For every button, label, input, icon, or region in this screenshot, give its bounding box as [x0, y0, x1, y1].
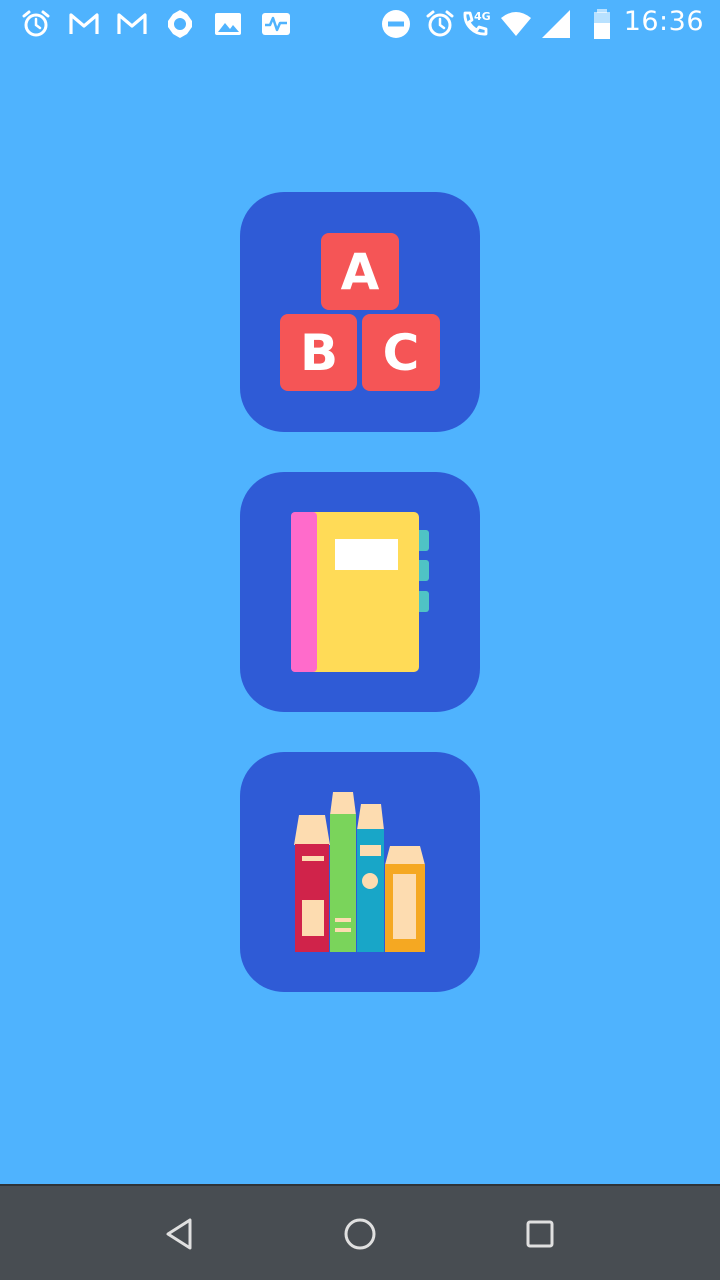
books-icon	[294, 792, 425, 952]
gmail-icon	[68, 8, 100, 40]
back-icon[interactable]	[160, 1214, 200, 1254]
gmail-icon	[116, 8, 148, 40]
alarm-icon	[20, 8, 52, 40]
block-letter-c: C	[383, 324, 420, 382]
battery-icon	[586, 8, 618, 40]
abc-blocks-icon: A B C	[280, 233, 440, 391]
do-not-disturb-icon	[380, 8, 412, 40]
wifi-icon	[500, 8, 532, 40]
books-tile[interactable]	[240, 752, 480, 992]
notebook-icon	[291, 512, 429, 672]
block-letter-a: A	[341, 243, 380, 301]
alphabet-tile[interactable]: A B C	[240, 192, 480, 432]
network-type-label: 4G	[474, 10, 491, 23]
status-clock: 16:36	[623, 6, 704, 37]
block-letter-b: B	[300, 324, 338, 382]
navigation-bar	[0, 1184, 720, 1280]
gallery-icon	[212, 8, 244, 40]
activity-icon	[260, 8, 292, 40]
status-bar: 4G 16:36	[0, 0, 720, 48]
alarm-icon	[424, 8, 456, 40]
signal-icon	[540, 8, 572, 40]
settings-icon	[164, 8, 196, 40]
notebook-tile[interactable]	[240, 472, 480, 712]
home-icon[interactable]	[340, 1214, 380, 1254]
recents-icon[interactable]	[520, 1214, 560, 1254]
